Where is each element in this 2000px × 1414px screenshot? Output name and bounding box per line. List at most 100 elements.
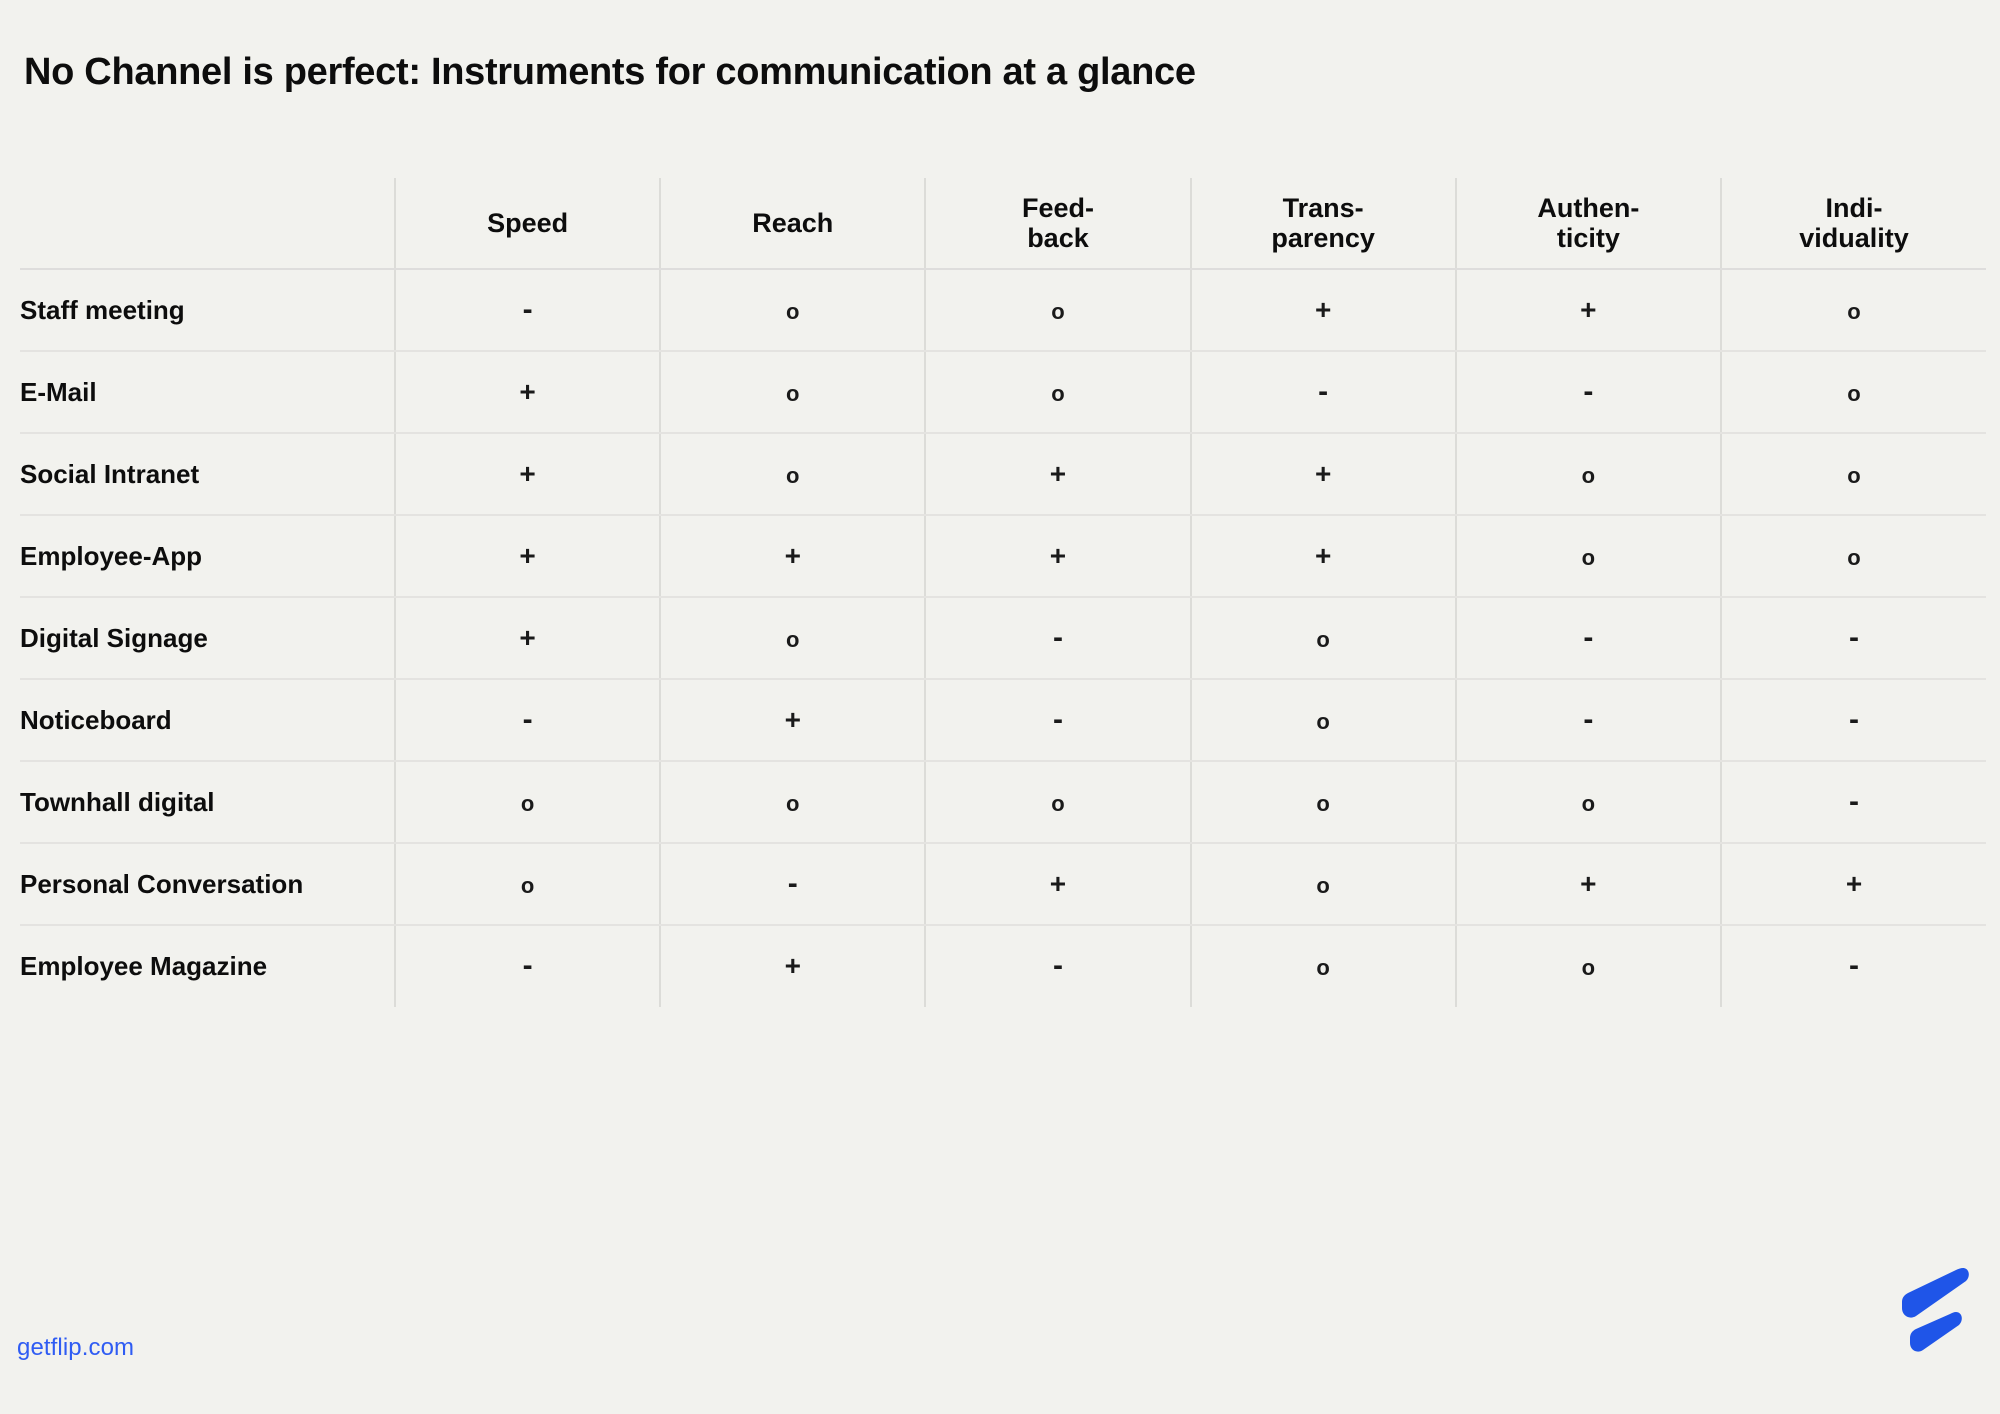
header-cell-row-label <box>20 178 395 269</box>
rating-mark-minus: - <box>1053 951 1063 981</box>
column-header-individuality-line2: viduality <box>1722 223 1986 253</box>
rating-cell: o <box>1456 433 1721 515</box>
rating-mark-plus: + <box>1050 870 1066 898</box>
rating-cell: o <box>1191 843 1456 925</box>
rating-mark-circle: o <box>1316 629 1329 651</box>
rating-mark-minus: - <box>1053 705 1063 735</box>
rating-cell: - <box>1456 351 1721 433</box>
comparison-table-container: Speed Reach Feed- back Trans- parency Au… <box>20 178 1986 1007</box>
rating-mark-circle: o <box>786 465 799 487</box>
rating-cell: o <box>660 269 925 351</box>
row-label: Noticeboard <box>20 679 395 761</box>
column-header-authenticity-line1: Authen- <box>1457 193 1720 223</box>
rating-cell: + <box>1456 843 1721 925</box>
rating-cell: + <box>660 925 925 1007</box>
rating-cell: o <box>925 269 1190 351</box>
rating-cell: - <box>395 679 660 761</box>
rating-cell: - <box>395 269 660 351</box>
rating-mark-circle: o <box>786 793 799 815</box>
footer-website-link[interactable]: getflip.com <box>17 1334 134 1362</box>
rating-cell: - <box>1191 351 1456 433</box>
row-label: Social Intranet <box>20 433 395 515</box>
table-row: Personal Conversationo-+o++ <box>20 843 1986 925</box>
rating-mark-circle: o <box>786 301 799 323</box>
rating-cell: - <box>925 679 1190 761</box>
table-row: Employee-App++++oo <box>20 515 1986 597</box>
rating-mark-circle: o <box>1582 793 1595 815</box>
rating-cell: + <box>1456 269 1721 351</box>
rating-cell: - <box>660 843 925 925</box>
rating-cell: o <box>1456 925 1721 1007</box>
row-label: Digital Signage <box>20 597 395 679</box>
rating-mark-plus: + <box>519 624 535 652</box>
header-row: Speed Reach Feed- back Trans- parency Au… <box>20 178 1986 269</box>
rating-cell: o <box>660 433 925 515</box>
row-label: Staff meeting <box>20 269 395 351</box>
rating-mark-circle: o <box>1051 793 1064 815</box>
rating-mark-plus: + <box>1315 542 1331 570</box>
rating-cell: o <box>1456 761 1721 843</box>
rating-mark-circle: o <box>1847 547 1860 569</box>
rating-cell: o <box>1456 515 1721 597</box>
rating-cell: o <box>395 843 660 925</box>
rating-cell: + <box>395 515 660 597</box>
rating-cell: - <box>1721 761 1986 843</box>
rating-cell: o <box>1191 597 1456 679</box>
rating-cell: o <box>660 351 925 433</box>
rating-cell: + <box>925 433 1190 515</box>
column-header-reach-line1: Reach <box>661 208 924 238</box>
rating-mark-plus: + <box>785 706 801 734</box>
rating-mark-minus: - <box>1053 623 1063 653</box>
rating-mark-circle: o <box>1316 711 1329 733</box>
table-row: Employee Magazine-+-oo- <box>20 925 1986 1007</box>
rating-mark-minus: - <box>1849 951 1859 981</box>
rating-cell: o <box>660 597 925 679</box>
rating-mark-plus: + <box>785 952 801 980</box>
rating-mark-plus: + <box>1050 460 1066 488</box>
column-header-individuality-line1: Indi- <box>1722 193 1986 223</box>
rating-cell: o <box>1721 351 1986 433</box>
column-header-feedback-line2: back <box>926 223 1189 253</box>
column-header-feedback-line1: Feed- <box>926 193 1189 223</box>
rating-cell: o <box>1721 269 1986 351</box>
rating-mark-plus: + <box>1846 870 1862 898</box>
rating-mark-circle: o <box>1051 383 1064 405</box>
rating-mark-circle: o <box>1051 301 1064 323</box>
column-header-speed-line1: Speed <box>396 208 659 238</box>
rating-mark-circle: o <box>1847 301 1860 323</box>
row-label: Townhall digital <box>20 761 395 843</box>
rating-mark-circle: o <box>786 383 799 405</box>
rating-cell: o <box>1191 679 1456 761</box>
table-row: Digital Signage+o-o-- <box>20 597 1986 679</box>
rating-cell: - <box>925 925 1190 1007</box>
rating-mark-plus: + <box>519 542 535 570</box>
column-header-transparency-line2: parency <box>1192 223 1455 253</box>
rating-cell: o <box>1191 925 1456 1007</box>
rating-cell: + <box>660 515 925 597</box>
column-header-authenticity: Authen- ticity <box>1456 178 1721 269</box>
rating-cell: + <box>1191 433 1456 515</box>
rating-mark-circle: o <box>1847 383 1860 405</box>
column-header-reach: Reach <box>660 178 925 269</box>
rating-mark-plus: + <box>1315 460 1331 488</box>
rating-cell: - <box>1456 679 1721 761</box>
table-body: Staff meeting-oo++oE-Mail+oo--oSocial In… <box>20 269 1986 1007</box>
rating-mark-circle: o <box>1316 957 1329 979</box>
rating-cell: o <box>925 761 1190 843</box>
flip-logo <box>1890 1256 1976 1362</box>
rating-cell: + <box>1191 515 1456 597</box>
column-header-transparency: Trans- parency <box>1191 178 1456 269</box>
rating-mark-minus: - <box>1583 623 1593 653</box>
rating-mark-plus: + <box>1580 296 1596 324</box>
rating-cell: + <box>395 351 660 433</box>
rating-cell: - <box>395 925 660 1007</box>
column-header-individuality: Indi- viduality <box>1721 178 1986 269</box>
rating-cell: o <box>660 761 925 843</box>
column-header-authenticity-line2: ticity <box>1457 223 1720 253</box>
channel-comparison-table: Speed Reach Feed- back Trans- parency Au… <box>20 178 1986 1007</box>
rating-cell: o <box>1191 761 1456 843</box>
rating-mark-circle: o <box>1582 465 1595 487</box>
rating-mark-circle: o <box>1316 793 1329 815</box>
rating-mark-minus: - <box>788 869 798 899</box>
rating-mark-plus: + <box>519 378 535 406</box>
